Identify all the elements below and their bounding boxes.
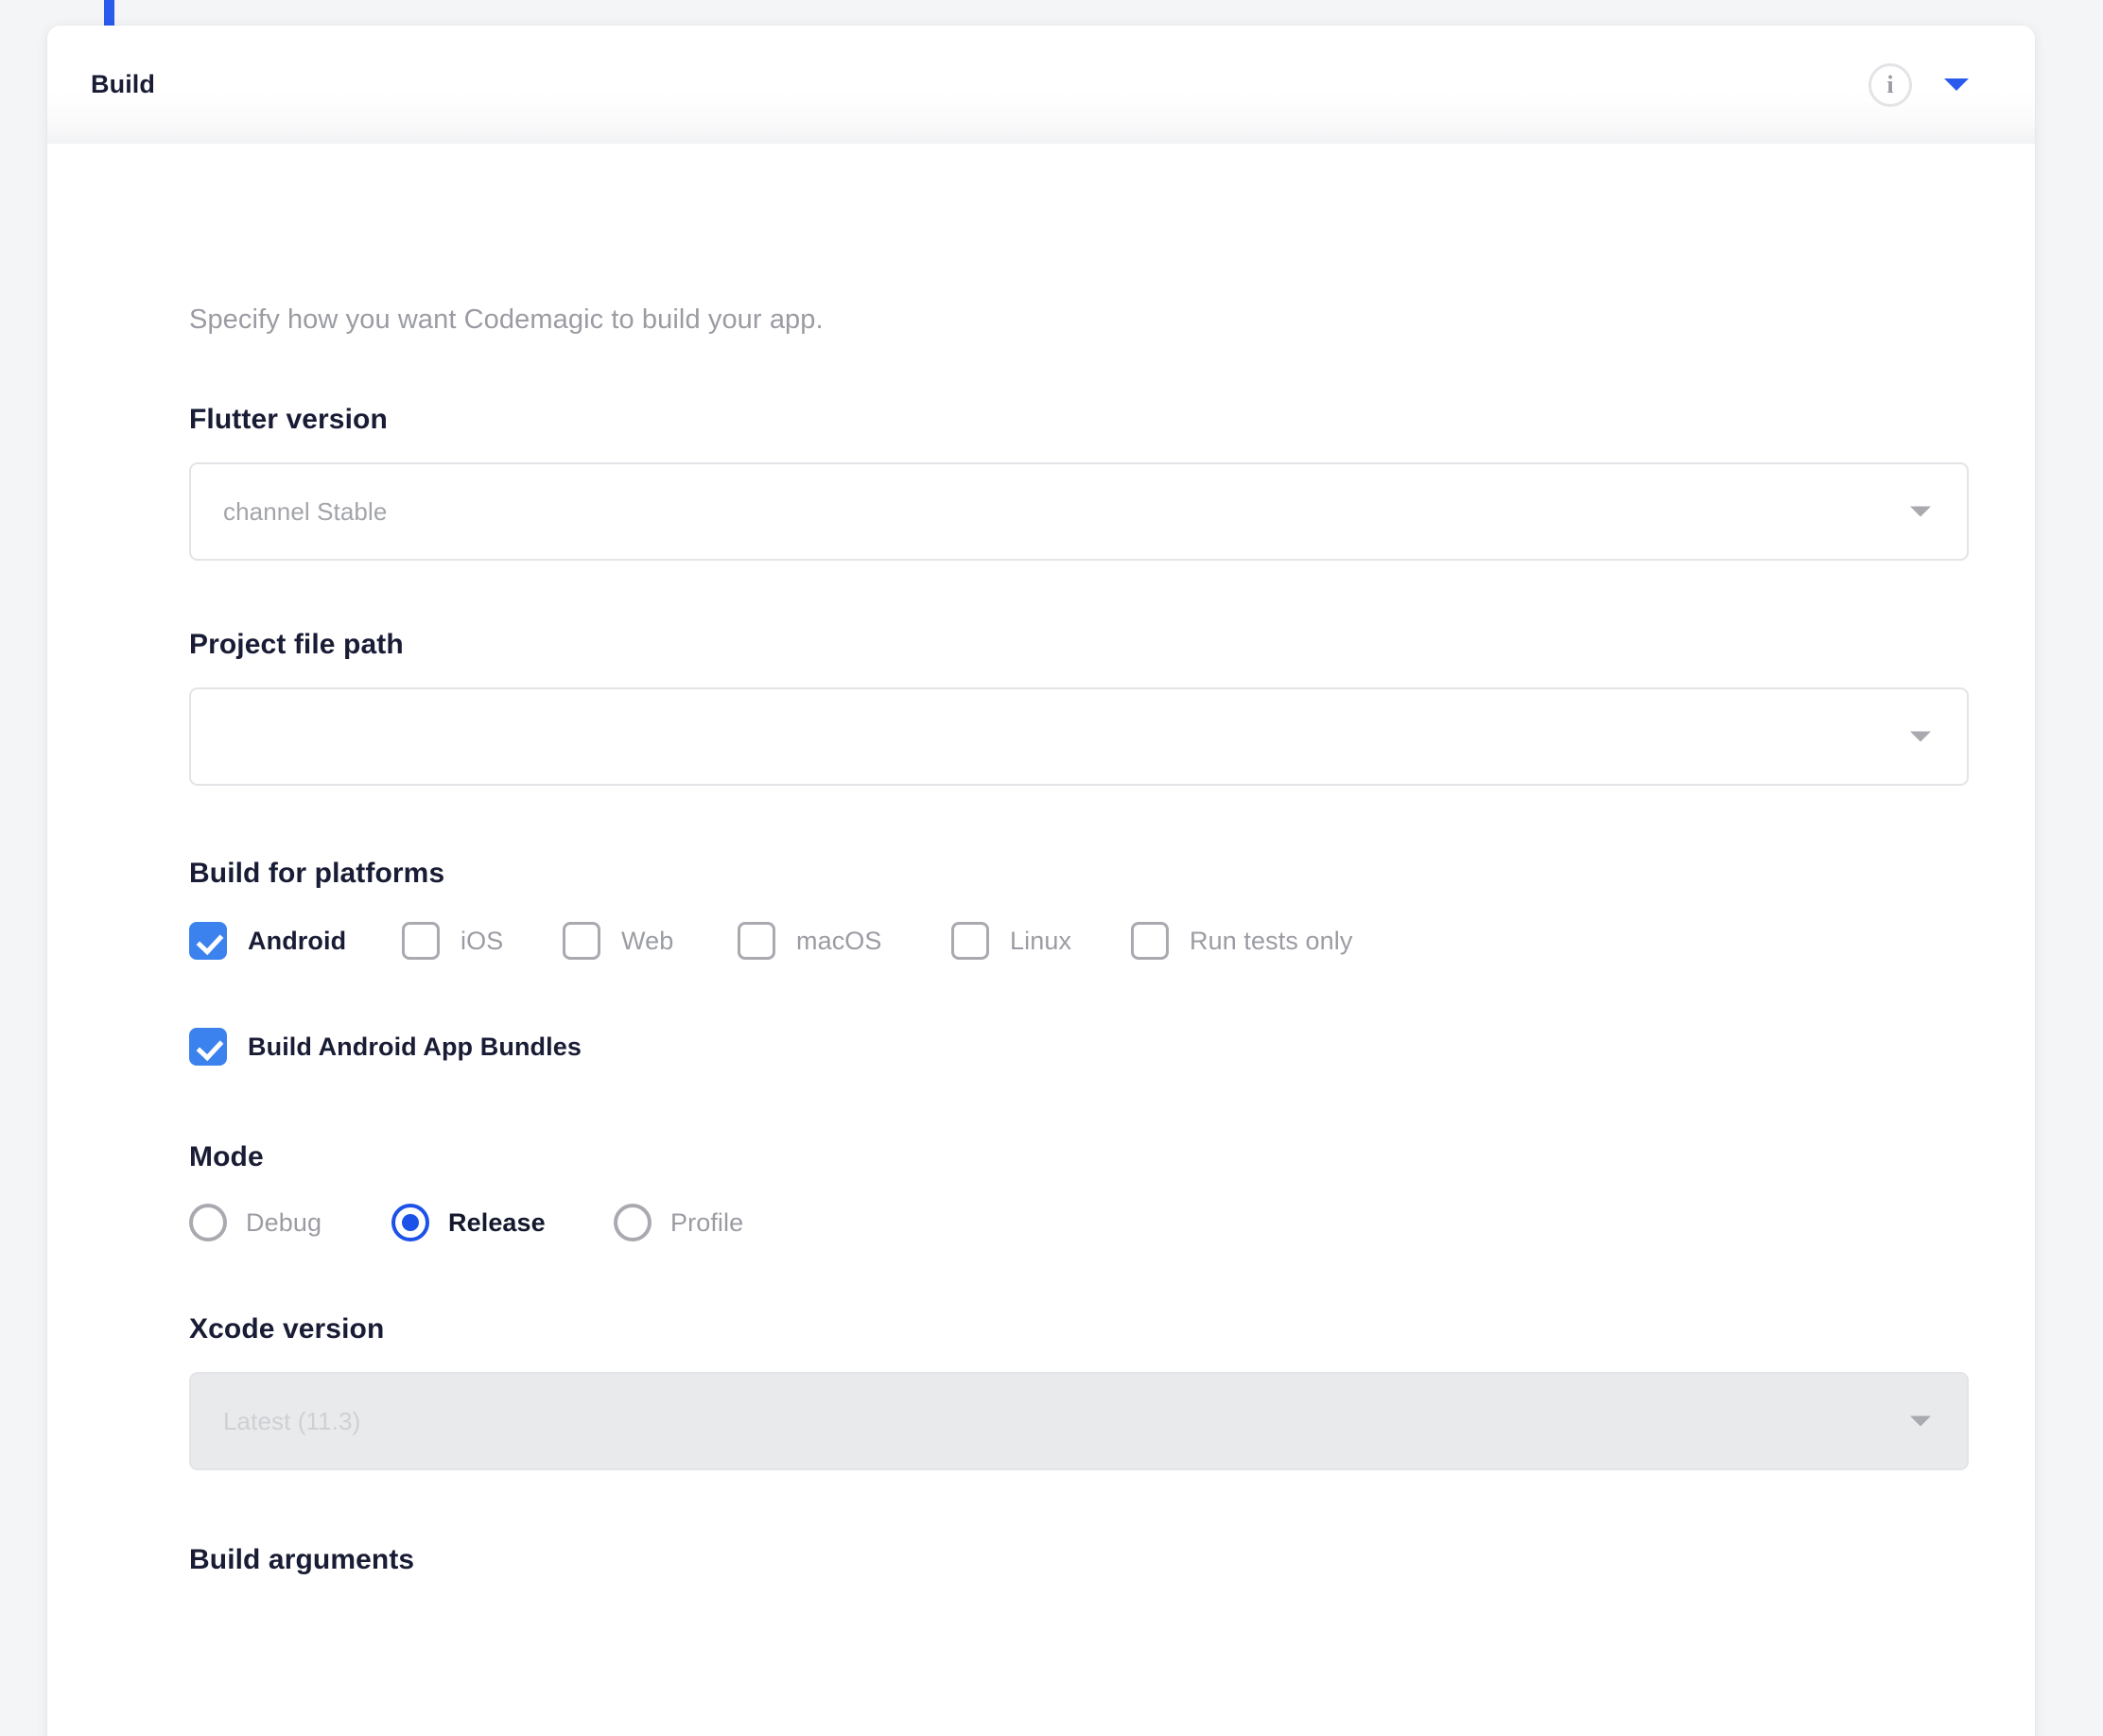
- header-actions: i: [1868, 62, 1969, 107]
- page-title: Build: [91, 70, 155, 98]
- platform-checkbox-android[interactable]: Android: [189, 922, 402, 960]
- checkbox-icon[interactable]: [402, 922, 440, 960]
- checkbox-icon[interactable]: [1131, 922, 1169, 960]
- build-arguments-label: Build arguments: [189, 1544, 415, 1575]
- mode-radio-debug[interactable]: Debug: [189, 1204, 391, 1241]
- flutter-version-select[interactable]: channel Stable: [189, 462, 1969, 561]
- platform-label: iOS: [461, 926, 504, 955]
- xcode-version-label: Xcode version: [189, 1313, 385, 1345]
- mode-option-label: Profile: [670, 1207, 744, 1237]
- platform-label: macOS: [796, 926, 882, 955]
- build-section-header: Build i: [47, 26, 2035, 144]
- platform-checkbox-run-tests-only[interactable]: Run tests only: [1131, 922, 1352, 960]
- build-arguments-group: Build arguments: [189, 1544, 1969, 1576]
- xcode-version-select: Latest (11.3): [189, 1372, 1969, 1470]
- checkbox-icon[interactable]: [951, 922, 989, 960]
- chevron-down-icon: [1910, 1415, 1931, 1427]
- flutter-version-label: Flutter version: [189, 404, 388, 435]
- info-icon[interactable]: i: [1868, 62, 1912, 107]
- checkbox-icon[interactable]: [738, 922, 775, 960]
- flutter-version-group: Flutter version channel Stable: [189, 404, 1969, 561]
- build-section-card: Build i Specify how you want Codemagic t…: [47, 26, 2035, 1736]
- xcode-version-value: Latest (11.3): [223, 1406, 361, 1435]
- xcode-version-group: Xcode version Latest (11.3): [189, 1313, 1969, 1470]
- build-for-platforms-label: Build for platforms: [189, 858, 445, 889]
- mode-group: Mode Debug Release Profile: [189, 1141, 1969, 1241]
- radio-icon[interactable]: [614, 1204, 652, 1241]
- build-android-app-bundles-checkbox[interactable]: Build Android App Bundles: [189, 1028, 1969, 1066]
- checkbox-icon[interactable]: [189, 922, 227, 960]
- checkbox-icon[interactable]: [563, 922, 600, 960]
- build-for-platforms-group: Build for platforms Android iOS Web macO…: [189, 858, 1969, 960]
- platform-checkbox-web[interactable]: Web: [563, 922, 738, 960]
- platform-label: Run tests only: [1190, 926, 1353, 955]
- project-file-path-group: Project file path: [189, 629, 1969, 786]
- section-description: Specify how you want Codemagic to build …: [189, 304, 824, 335]
- mode-radio-profile[interactable]: Profile: [614, 1204, 743, 1241]
- platform-checkbox-row: Android iOS Web macOS Linux Run tests on…: [189, 922, 1969, 960]
- mode-radio-release[interactable]: Release: [391, 1204, 614, 1241]
- mode-label: Mode: [189, 1141, 264, 1172]
- platform-label: Linux: [1010, 926, 1072, 955]
- platform-label: Web: [621, 926, 674, 955]
- flutter-version-value: channel Stable: [223, 496, 388, 526]
- project-file-path-label: Project file path: [189, 629, 404, 660]
- radio-icon[interactable]: [189, 1204, 227, 1241]
- platform-checkbox-macos[interactable]: macOS: [738, 922, 951, 960]
- project-file-path-select[interactable]: [189, 687, 1969, 786]
- app-bundles-row: Build Android App Bundles: [189, 1028, 1969, 1066]
- checkbox-icon[interactable]: [189, 1028, 227, 1066]
- chevron-down-icon: [1910, 506, 1931, 517]
- mode-option-label: Release: [448, 1207, 546, 1237]
- platform-checkbox-ios[interactable]: iOS: [402, 922, 563, 960]
- radio-icon[interactable]: [391, 1204, 429, 1241]
- platform-label: Android: [248, 926, 347, 955]
- chevron-down-icon: [1910, 731, 1931, 742]
- mode-radio-row: Debug Release Profile: [189, 1204, 1969, 1241]
- chevron-down-icon[interactable]: [1944, 78, 1969, 91]
- build-section-body: Specify how you want Codemagic to build …: [47, 144, 2035, 1576]
- mode-option-label: Debug: [246, 1207, 322, 1237]
- page-root: Build i Specify how you want Codemagic t…: [0, 0, 2103, 1736]
- platform-checkbox-linux[interactable]: Linux: [951, 922, 1131, 960]
- app-bundles-label: Build Android App Bundles: [248, 1032, 582, 1061]
- active-tab-marker: [104, 0, 114, 26]
